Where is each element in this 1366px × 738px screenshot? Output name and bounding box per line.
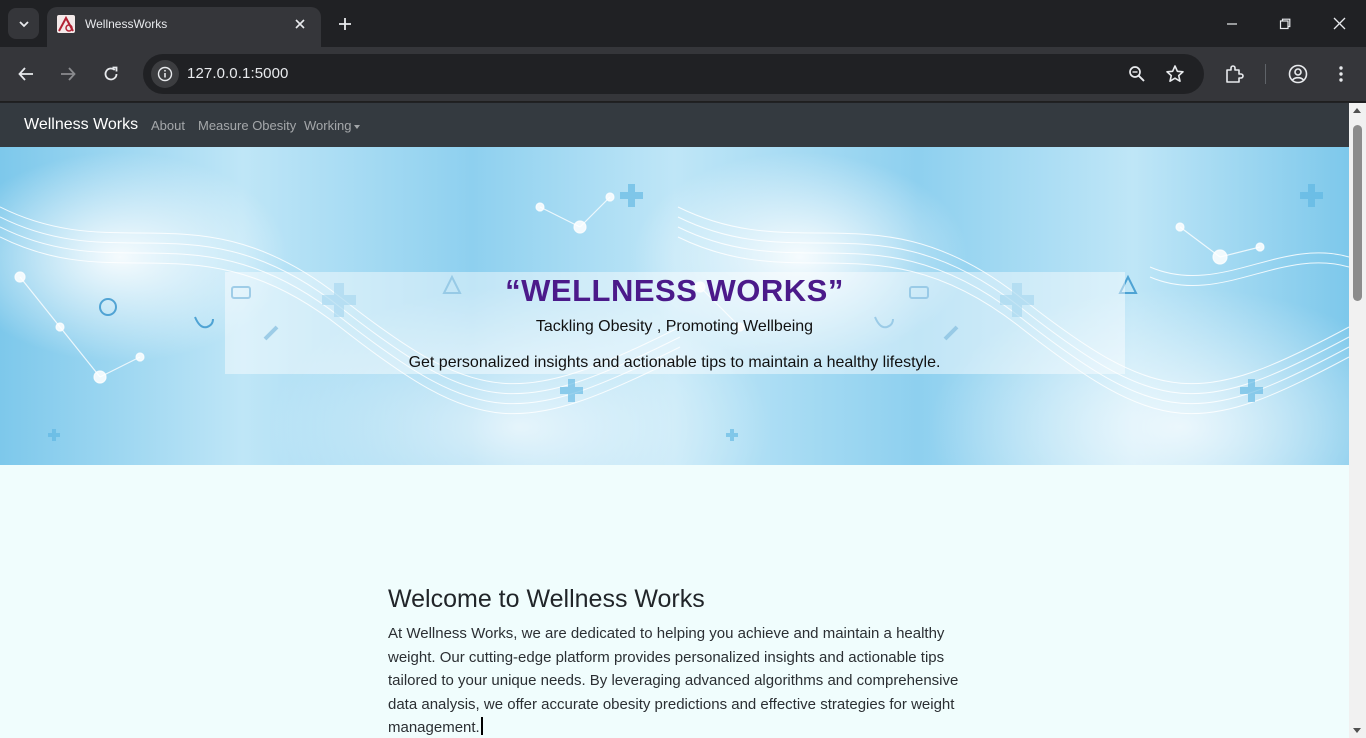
page-scrollbar[interactable] <box>1349 103 1366 738</box>
toolbar-divider <box>1265 64 1266 84</box>
page-viewport: Wellness Works About Measure Obesity Wor… <box>0 103 1349 738</box>
hero-title: “WELLNESS WORKS” <box>505 273 844 308</box>
forward-button[interactable] <box>53 59 83 89</box>
wellness-favicon <box>57 15 75 33</box>
close-icon <box>295 19 305 29</box>
address-url[interactable]: 127.0.0.1:5000 <box>187 65 289 82</box>
minimize-icon <box>1227 22 1237 25</box>
browser-menu-button[interactable] <box>1326 59 1356 89</box>
window-close-button[interactable] <box>1312 0 1366 47</box>
restore-button[interactable] <box>1258 0 1312 47</box>
plus-icon <box>338 17 351 30</box>
bookmark-button[interactable] <box>1164 63 1186 85</box>
navbar-brand[interactable]: Wellness Works <box>24 116 138 134</box>
scrollbar-thumb[interactable] <box>1353 125 1362 301</box>
site-info-button[interactable] <box>151 60 179 88</box>
browser-toolbar: 127.0.0.1:5000 <box>0 47 1366 102</box>
hero-description: Get personalized insights and actionable… <box>408 354 941 371</box>
chevron-down-icon <box>18 20 29 27</box>
profile-button[interactable] <box>1283 59 1313 89</box>
back-button[interactable] <box>11 59 41 89</box>
reload-button[interactable] <box>96 59 126 89</box>
hero-banner: “WELLNESS WORKS” Tackling Obesity , Prom… <box>0 147 1349 465</box>
tab-close-button[interactable] <box>289 13 311 35</box>
tab-strip: WellnessWorks <box>0 0 1366 47</box>
nav-link-about[interactable]: About <box>151 118 185 133</box>
zoom-button[interactable] <box>1126 63 1148 85</box>
reload-icon <box>104 66 118 81</box>
welcome-paragraph: At Wellness Works, we are dedicated to h… <box>388 622 968 738</box>
browser-tab[interactable]: WellnessWorks <box>47 7 321 47</box>
tab-title: WellnessWorks <box>85 17 168 31</box>
bookmark-star-icon <box>1166 65 1184 82</box>
welcome-heading: Welcome to Wellness Works <box>388 585 705 613</box>
forward-icon <box>61 67 76 81</box>
site-navbar: Wellness Works About Measure Obesity Wor… <box>0 103 1349 147</box>
welcome-paragraph-text: At Wellness Works, we are dedicated to h… <box>388 625 959 736</box>
zoom-icon <box>1129 66 1145 82</box>
tab-search-button[interactable] <box>8 8 39 39</box>
caret-down-icon <box>354 124 361 129</box>
text-cursor <box>480 717 483 735</box>
nav-link-measure-obesity[interactable]: Measure Obesity <box>198 118 296 133</box>
menu-icon <box>1339 66 1343 82</box>
window-close-icon <box>1333 17 1345 30</box>
scroll-down-arrow-icon[interactable] <box>1353 728 1361 733</box>
extensions-button[interactable] <box>1219 59 1249 89</box>
address-bar[interactable]: 127.0.0.1:5000 <box>143 54 1204 94</box>
nav-dropdown-label: Working <box>304 118 352 133</box>
site-info-icon <box>157 66 173 82</box>
new-tab-button[interactable] <box>332 11 357 36</box>
scroll-up-arrow-icon[interactable] <box>1353 108 1361 113</box>
hero-subtitle: Tackling Obesity , Promoting Wellbeing <box>535 318 814 335</box>
profile-icon <box>1288 64 1308 84</box>
restore-icon <box>1279 18 1291 29</box>
minimize-button[interactable] <box>1205 0 1259 47</box>
extensions-icon <box>1226 65 1244 83</box>
nav-dropdown-working[interactable]: Working <box>304 118 361 133</box>
back-icon <box>18 67 33 81</box>
